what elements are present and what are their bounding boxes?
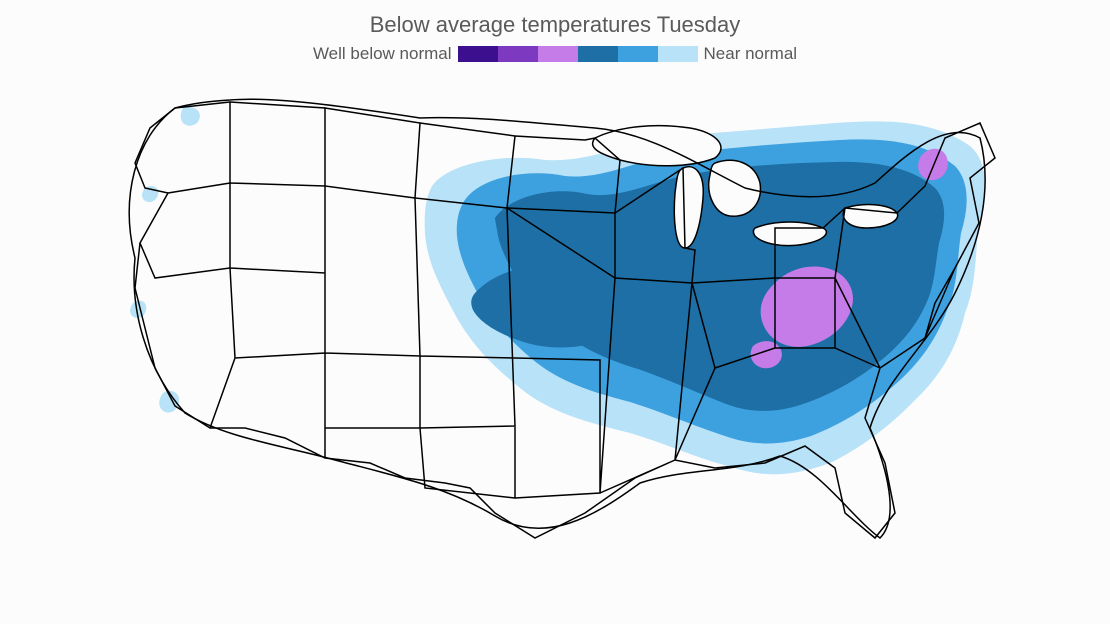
swatch-light-blue	[658, 46, 698, 62]
anomaly-layers	[130, 107, 985, 474]
legend-swatches	[458, 46, 698, 62]
legend-right-label: Near normal	[704, 44, 798, 64]
legend-left-label: Well below normal	[313, 44, 452, 64]
map-svg	[75, 68, 1035, 608]
map-title: Below average temperatures Tuesday	[0, 12, 1110, 38]
us-map	[0, 68, 1110, 624]
lake-huron	[709, 160, 761, 216]
swatch-light-purple	[538, 46, 578, 62]
swatch-dark-blue	[578, 46, 618, 62]
swatch-deep-purple	[458, 46, 498, 62]
swatch-blue	[618, 46, 658, 62]
swatch-purple	[498, 46, 538, 62]
color-legend: Well below normal Near normal	[0, 44, 1110, 64]
zone-lb-nw	[181, 107, 200, 126]
map-header: Below average temperatures Tuesday Well …	[0, 12, 1110, 64]
